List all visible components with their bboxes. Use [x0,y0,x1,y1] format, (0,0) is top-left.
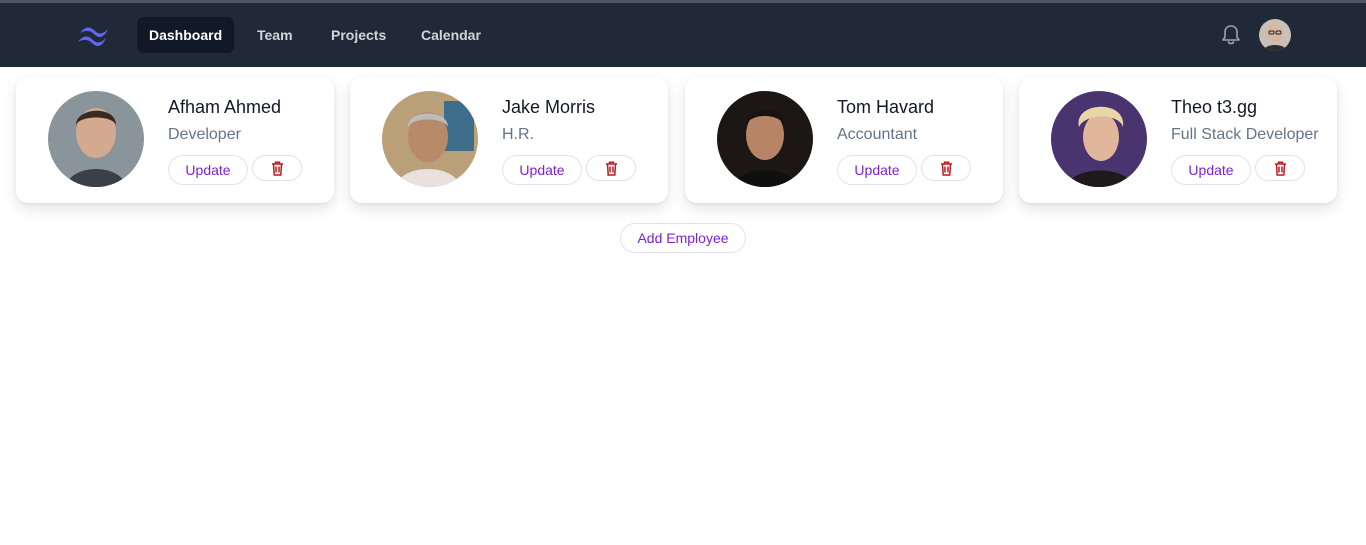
delete-button[interactable] [921,155,971,181]
employee-card: Tom Havard Accountant Update [685,77,1003,203]
delete-button[interactable] [252,155,302,181]
tailwind-logo-icon[interactable] [75,24,113,48]
employee-role: H.R. [502,126,534,143]
employee-name: Theo t3.gg [1171,97,1258,117]
employee-name: Afham Ahmed [168,97,282,117]
delete-button[interactable] [586,155,636,181]
employee-role: Accountant [837,126,918,143]
employee-card: Afham Ahmed Developer Update [16,77,334,203]
employee-card: Jake Morris H.R. Update [350,77,668,203]
employee-photo [1051,91,1147,187]
update-button[interactable]: Update [168,155,248,185]
nav-calendar[interactable]: Calendar [409,17,493,53]
bell-icon[interactable] [1220,23,1242,47]
update-button[interactable]: Update [1171,155,1251,185]
employee-card: Theo t3.gg Full Stack Developer Update [1019,77,1337,203]
navbar: Dashboard Team Projects Calendar [0,3,1366,67]
delete-button[interactable] [1255,155,1305,181]
employee-name: Tom Havard [837,97,935,117]
employee-photo [48,91,144,187]
trash-icon [606,161,617,176]
update-button[interactable]: Update [837,155,917,185]
update-button[interactable]: Update [502,155,582,185]
employee-photo [717,91,813,187]
add-employee-button[interactable]: Add Employee [620,223,746,253]
nav-projects[interactable]: Projects [319,17,398,53]
nav-dashboard[interactable]: Dashboard [137,17,235,53]
employee-role: Developer [168,126,241,143]
trash-icon [1275,161,1286,176]
trash-icon [272,161,283,176]
nav-team[interactable]: Team [245,17,305,53]
user-avatar[interactable] [1259,19,1291,51]
employee-role: Full Stack Developer [1171,126,1319,143]
employee-name: Jake Morris [502,97,596,117]
employee-photo [382,91,478,187]
trash-icon [941,161,952,176]
